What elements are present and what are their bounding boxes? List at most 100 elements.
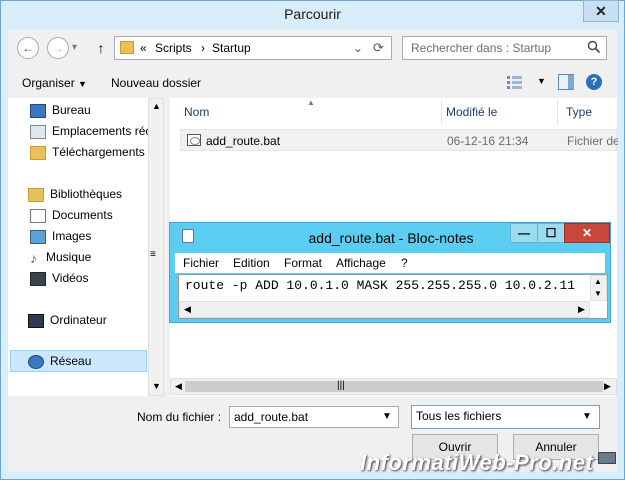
chevron-down-icon[interactable]: ▼ (582, 407, 592, 427)
sidebar-label: Bureau (52, 103, 91, 117)
breadcrumb-scripts[interactable]: Scripts (155, 41, 192, 55)
sidebar-item-recent[interactable]: Emplacements récents (30, 121, 148, 141)
column-label: Nom (184, 105, 210, 119)
scroll-thumb-grip[interactable]: ≡ (150, 249, 156, 260)
scroll-down-icon[interactable]: ▼ (594, 289, 602, 298)
recent-places-icon (30, 124, 46, 139)
scroll-right-icon[interactable]: ▶ (604, 381, 611, 392)
file-modified: 06-12-16 21:34 (447, 134, 529, 148)
notepad-content[interactable]: route -p ADD 10.0.1.0 MASK 255.255.255.0… (185, 278, 575, 293)
computer-icon (28, 313, 44, 328)
view-dropdown-icon[interactable]: ▼ (537, 76, 546, 86)
search-icon[interactable] (587, 40, 601, 54)
scroll-down-icon[interactable]: ▼ (152, 381, 161, 391)
column-header-name[interactable]: Nom (170, 100, 442, 124)
sidebar-item-computer[interactable]: Ordinateur (28, 310, 107, 330)
batch-file-icon (187, 134, 201, 146)
notepad-menu-bar: Fichier Edition Format Affichage ? (175, 253, 605, 273)
sidebar-item-images[interactable]: Images (30, 226, 91, 246)
new-folder-button[interactable]: Nouveau dossier (111, 76, 201, 90)
search-box[interactable]: Rechercher dans : Startup (402, 36, 607, 60)
sidebar-label: Musique (46, 250, 92, 264)
sidebar-item-bureau[interactable]: Bureau (30, 100, 148, 120)
scroll-right-icon[interactable]: ▶ (578, 304, 585, 315)
breadcrumb-overflow[interactable]: « (140, 41, 147, 55)
organize-label: Organiser (22, 76, 75, 90)
address-bar[interactable]: « Scripts › Startup ⌄ ⟳ (114, 36, 392, 60)
sidebar-item-downloads[interactable]: Téléchargements (30, 142, 148, 162)
toolbar: Organiser ▼ Nouveau dossier ▼ ? (8, 68, 617, 98)
menu-affichage[interactable]: Affichage (336, 256, 386, 270)
notepad-vscroll[interactable]: ▲ ▼ (590, 275, 607, 301)
sidebar-label: Vidéos (52, 271, 89, 285)
sidebar-item-documents[interactable]: Documents (30, 205, 113, 225)
minimize-button[interactable]: — (510, 223, 538, 243)
scroll-up-icon[interactable]: ▲ (594, 277, 602, 286)
menu-format[interactable]: Format (284, 256, 322, 270)
menu-help[interactable]: ? (401, 256, 408, 270)
libraries-icon (28, 187, 44, 202)
downloads-icon (30, 145, 46, 160)
scroll-left-icon[interactable]: ◀ (184, 304, 191, 315)
laptop-icon (598, 452, 616, 464)
preview-pane-icon[interactable] (558, 74, 574, 90)
help-icon[interactable]: ? (586, 74, 602, 90)
breadcrumb-startup[interactable]: Startup (212, 41, 251, 55)
close-button[interactable]: ✕ (583, 0, 619, 22)
recent-pages-dropdown[interactable]: ▾ (72, 37, 84, 59)
view-options-icon[interactable] (506, 75, 524, 89)
filename-label: Nom du fichier : (137, 410, 222, 424)
images-icon (30, 229, 46, 244)
network-icon (28, 354, 44, 369)
notepad-close-button[interactable]: ✕ (564, 223, 610, 243)
sidebar-label: Téléchargements (52, 145, 145, 159)
table-row[interactable]: add_route.bat 06-12-16 21:34 Fichier de … (180, 129, 618, 151)
scroll-left-icon[interactable]: ◀ (175, 381, 182, 392)
address-dropdown-icon[interactable]: ⌄ (353, 41, 363, 55)
notepad-hscroll[interactable]: ◀ ▶ (179, 301, 590, 318)
organize-button[interactable]: Organiser ▼ (22, 76, 87, 90)
scroll-thumb[interactable] (185, 381, 603, 392)
music-icon: ♪ (30, 249, 37, 266)
window-title: Parcourir (284, 6, 341, 22)
sidebar-label: Emplacements récents (52, 124, 148, 138)
sidebar-item-music[interactable]: ♪ Musique (30, 247, 91, 267)
sidebar-item-network[interactable]: Réseau (28, 351, 91, 371)
desktop-icon (30, 103, 46, 118)
filename-value[interactable]: add_route.bat (234, 410, 308, 424)
search-input[interactable]: Rechercher dans : Startup (411, 41, 551, 55)
column-label: Modifié le (446, 105, 498, 119)
title-bar: Parcourir ✕ (0, 0, 625, 30)
sidebar-label: Bibliothèques (50, 187, 123, 201)
documents-icon (30, 208, 46, 223)
sidebar-item-libraries[interactable]: Bibliothèques (28, 184, 148, 204)
column-header-modified[interactable]: Modifié le (432, 100, 558, 124)
sidebar-item-videos[interactable]: Vidéos (30, 268, 88, 288)
sidebar-label: Ordinateur (50, 313, 107, 327)
sidebar-label: Réseau (50, 354, 92, 368)
up-button[interactable]: ↑ (92, 37, 110, 59)
filetype-select[interactable]: Tous les fichiers ▼ (411, 405, 600, 429)
sidebar-label: Documents (52, 208, 113, 222)
chevron-down-icon[interactable]: ▼ (382, 407, 392, 427)
breadcrumb-separator[interactable]: › (201, 41, 205, 55)
forward-button[interactable]: → (47, 37, 69, 59)
scroll-up-icon[interactable]: ▲ (152, 101, 161, 111)
folder-icon (120, 41, 134, 54)
maximize-button[interactable]: ☐ (537, 223, 565, 243)
column-header-type[interactable]: Type (552, 100, 622, 124)
chevron-down-icon: ▼ (78, 79, 87, 89)
filetype-value: Tous les fichiers (416, 409, 502, 423)
menu-fichier[interactable]: Fichier (183, 256, 219, 270)
menu-edition[interactable]: Edition (233, 256, 270, 270)
filename-input[interactable]: add_route.bat ▼ (229, 406, 399, 428)
back-button[interactable]: ← (17, 37, 39, 59)
refresh-icon[interactable]: ⟳ (373, 40, 384, 56)
watermark-logo: InformatiWeb-Pro.net (360, 450, 594, 475)
column-label: Type (566, 105, 593, 119)
file-list-scrollbar[interactable]: ◀ ||| ▶ (170, 378, 617, 395)
videos-icon (30, 271, 46, 286)
file-name: add_route.bat (206, 134, 281, 148)
sidebar-scrollbar[interactable]: ▲ ≡ ▼ (148, 98, 164, 396)
notepad-editor[interactable]: route -p ADD 10.0.1.0 MASK 255.255.255.0… (178, 274, 608, 319)
